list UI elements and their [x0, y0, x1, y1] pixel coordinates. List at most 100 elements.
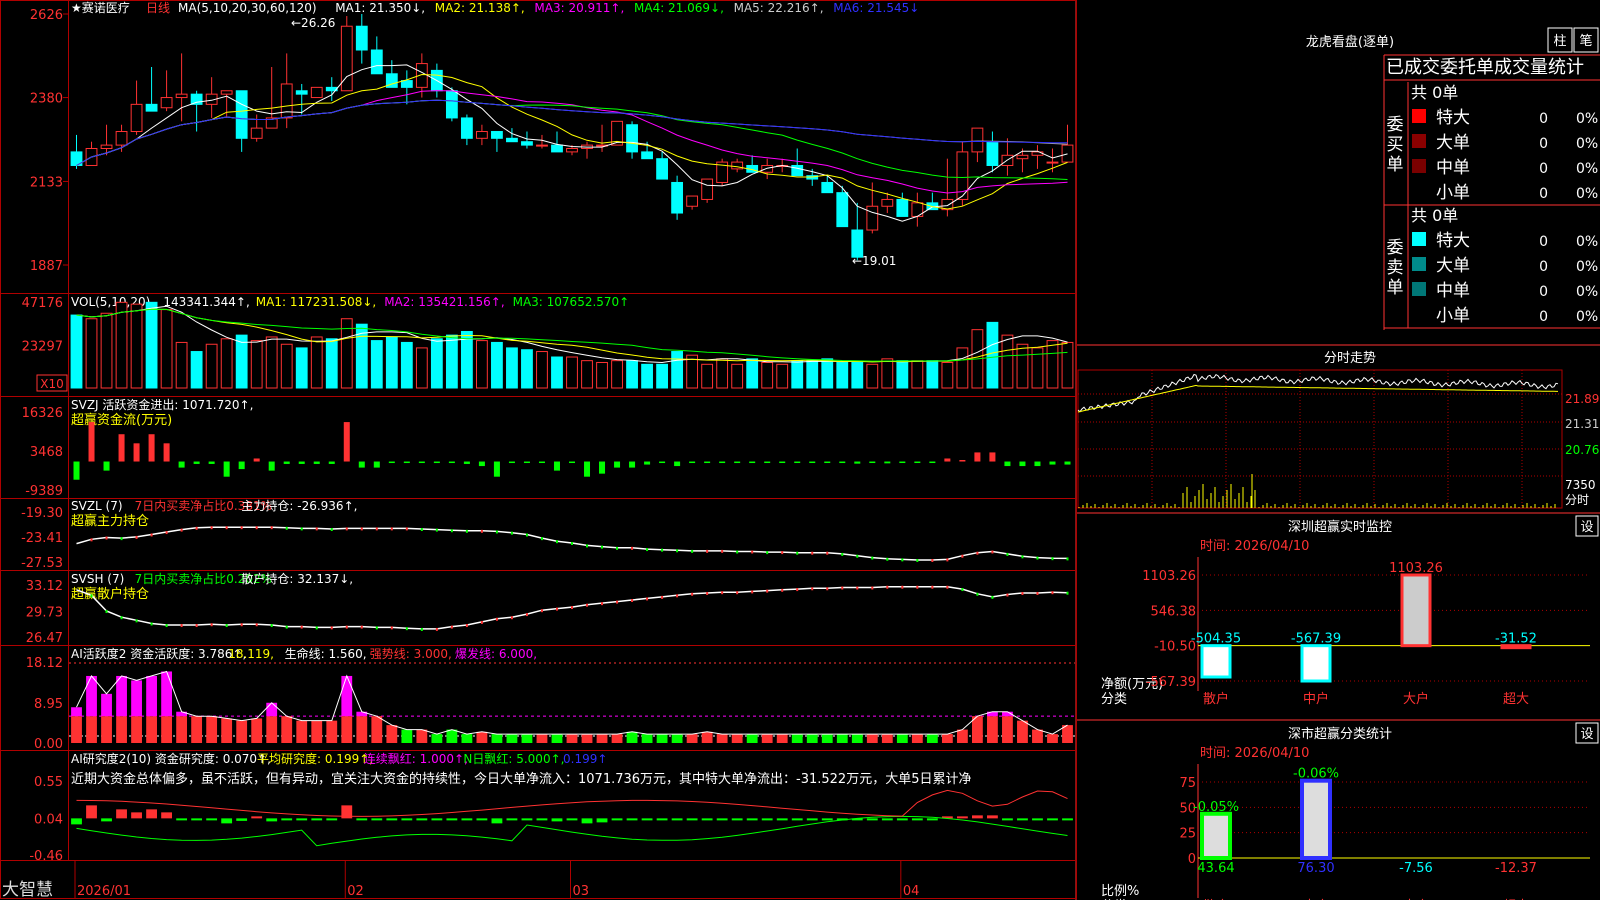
volume-bar[interactable] — [941, 361, 954, 389]
research-bar[interactable] — [686, 818, 698, 821]
activity-bar[interactable] — [1047, 734, 1058, 743]
volume-bar[interactable] — [806, 360, 819, 389]
activity-bar[interactable] — [191, 716, 203, 743]
candle-body[interactable] — [821, 181, 834, 194]
activity-bar[interactable] — [956, 729, 968, 743]
volume-bar[interactable] — [551, 356, 563, 389]
activity-bar[interactable] — [161, 716, 173, 743]
fund-flow-bar[interactable] — [403, 461, 410, 464]
volume-bar[interactable] — [250, 340, 263, 389]
candle-body[interactable] — [656, 158, 668, 180]
activity-bar[interactable] — [611, 734, 623, 743]
fund-flow-bar[interactable] — [298, 461, 305, 464]
candle-body[interactable] — [626, 124, 638, 153]
research-bar[interactable] — [791, 818, 803, 821]
fund-flow-bar[interactable] — [659, 461, 666, 464]
volume-bar[interactable] — [671, 351, 684, 389]
candle-body[interactable] — [235, 90, 248, 139]
volume-bar[interactable] — [385, 336, 398, 389]
research-bar[interactable] — [776, 818, 788, 821]
volume-bar[interactable] — [656, 363, 668, 389]
research-bar[interactable] — [176, 818, 188, 821]
activity-bar[interactable] — [821, 734, 833, 743]
candle-body[interactable] — [310, 86, 323, 99]
fund-flow-bar[interactable] — [328, 461, 335, 464]
candle-body[interactable] — [506, 137, 518, 143]
activity-bar[interactable] — [101, 716, 112, 743]
volume-bar[interactable] — [1001, 334, 1014, 389]
activity-bar[interactable] — [671, 734, 683, 743]
candle-body[interactable] — [115, 131, 128, 146]
fund-flow-bar[interactable] — [538, 461, 545, 464]
research-bar[interactable] — [716, 818, 728, 821]
volume-bar[interactable] — [220, 338, 233, 389]
volume-bar[interactable] — [866, 363, 879, 389]
fund-flow-bar[interactable] — [343, 422, 350, 462]
research-bar[interactable] — [221, 818, 233, 824]
activity-bar[interactable] — [656, 734, 668, 743]
research-bar[interactable] — [611, 818, 623, 821]
volume-bar[interactable] — [325, 338, 338, 389]
activity-bar[interactable] — [926, 734, 938, 743]
fund-flow-bar[interactable] — [989, 452, 996, 462]
fund-flow-bar[interactable] — [1034, 461, 1041, 467]
research-bar[interactable] — [356, 818, 368, 821]
volume-bar[interactable] — [160, 309, 173, 389]
fund-flow-bar[interactable] — [899, 461, 906, 464]
candle-body[interactable] — [175, 93, 188, 99]
fund-flow-bar[interactable] — [599, 461, 606, 474]
candle-body[interactable] — [1046, 161, 1059, 164]
activity-bar[interactable] — [851, 734, 863, 743]
research-bar[interactable] — [536, 818, 548, 821]
candle-body[interactable] — [250, 127, 263, 139]
activity-bar[interactable] — [761, 734, 773, 743]
volume-bar[interactable] — [235, 334, 248, 389]
candle-body[interactable] — [491, 131, 503, 139]
candle-body[interactable] — [671, 181, 684, 214]
activity-bar[interactable] — [446, 729, 458, 743]
volume-bar[interactable] — [130, 303, 143, 389]
activity-bar[interactable] — [236, 720, 248, 743]
activity-bar[interactable] — [221, 718, 233, 743]
fund-flow-bar[interactable] — [959, 460, 966, 462]
activity-bar[interactable] — [596, 734, 608, 743]
fund-flow-bar[interactable] — [824, 461, 831, 464]
fund-flow-bar[interactable] — [689, 461, 696, 464]
research-bar[interactable] — [236, 818, 248, 821]
fund-flow-bar[interactable] — [869, 461, 876, 464]
activity-bar[interactable] — [311, 720, 323, 743]
candle-body[interactable] — [370, 49, 383, 75]
fund-flow-bar[interactable] — [974, 452, 981, 462]
monitor-bar[interactable] — [1300, 644, 1332, 683]
fund-flow-bar[interactable] — [719, 461, 726, 464]
activity-bar[interactable] — [776, 734, 788, 743]
activity-bar[interactable] — [536, 734, 548, 743]
activity-bar[interactable] — [491, 734, 503, 743]
volume-bar[interactable] — [611, 360, 623, 389]
fund-flow-bar[interactable] — [178, 461, 185, 468]
candle-body[interactable] — [220, 90, 233, 95]
fund-flow-bar[interactable] — [523, 461, 530, 464]
fund-flow-bar[interactable] — [478, 461, 485, 467]
fund-flow-bar[interactable] — [929, 461, 936, 464]
fund-flow-bar[interactable] — [1049, 461, 1056, 465]
monitor-bar[interactable] — [1400, 573, 1432, 648]
fund-flow-bar[interactable] — [118, 434, 125, 462]
volume-bar[interactable] — [716, 358, 729, 389]
activity-bar[interactable] — [176, 716, 188, 743]
volume-bar[interactable] — [310, 336, 323, 389]
volume-bar[interactable] — [926, 360, 939, 389]
candle-body[interactable] — [145, 103, 158, 112]
candle-body[interactable] — [1061, 144, 1074, 163]
activity-bar[interactable] — [836, 734, 848, 743]
research-bar[interactable] — [461, 818, 473, 821]
volume-bar[interactable] — [581, 360, 593, 389]
research-bar[interactable] — [656, 818, 668, 821]
research-bar[interactable] — [1032, 818, 1043, 821]
activity-bar[interactable] — [1017, 720, 1028, 743]
fund-flow-bar[interactable] — [854, 461, 861, 464]
volume-bar[interactable] — [145, 301, 158, 389]
volume-bar[interactable] — [476, 340, 488, 389]
research-bar[interactable] — [761, 818, 773, 821]
volume-bar[interactable] — [821, 358, 834, 389]
